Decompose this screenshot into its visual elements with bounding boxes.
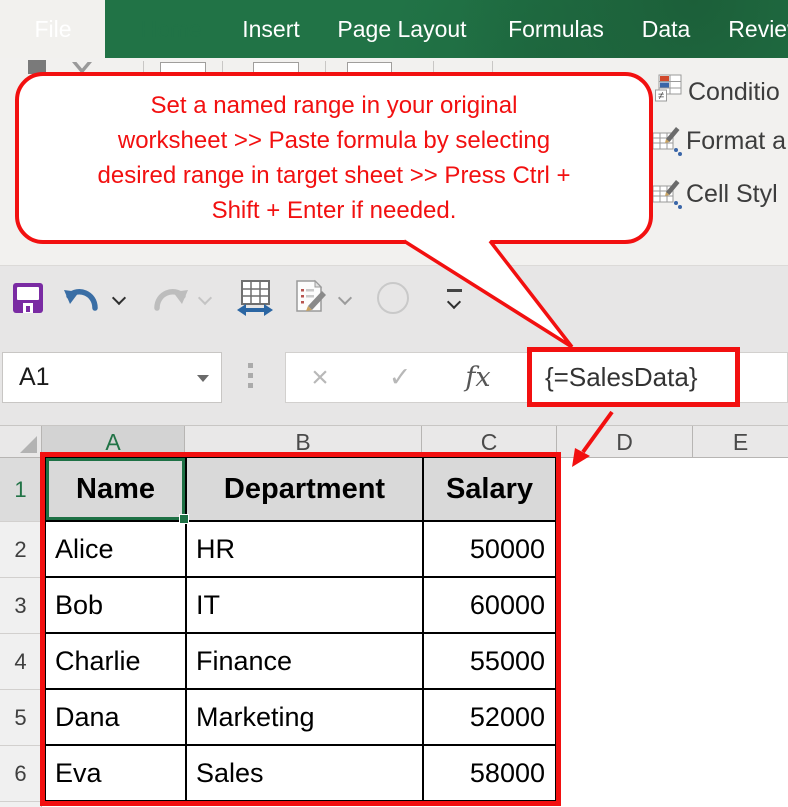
cell-b5[interactable]: Marketing (187, 690, 424, 746)
cell-c6[interactable]: 58000 (424, 746, 555, 800)
redo-icon[interactable] (150, 281, 190, 315)
callout-line: Shift + Enter if needed. (212, 193, 457, 228)
cell-c4[interactable]: 55000 (424, 634, 555, 690)
enter-icon[interactable]: ✓ (382, 352, 418, 403)
name-box-dropdown-icon[interactable] (197, 375, 209, 382)
cell-c3[interactable]: 60000 (424, 578, 555, 634)
cell-c2[interactable]: 50000 (424, 522, 555, 578)
tab-home[interactable]: Home (140, 0, 201, 58)
tab-file[interactable]: File (34, 0, 71, 58)
excel-window: File Home Insert Page Layout Formulas Da… (0, 0, 788, 807)
callout-line: desired range in target sheet >> Press C… (98, 158, 571, 193)
edit-document-dropdown-icon[interactable] (338, 291, 352, 305)
row-header-4[interactable]: 4 (0, 634, 42, 690)
column-header-b[interactable]: B (185, 426, 422, 458)
cancel-icon[interactable]: × (302, 352, 338, 403)
cell-a4[interactable]: Charlie (46, 634, 187, 690)
data-table: Name Department Salary Alice HR 50000 Bo… (44, 456, 557, 802)
undo-dropdown-icon[interactable] (112, 291, 126, 305)
cell-a5[interactable]: Dana (46, 690, 187, 746)
cell-b4[interactable]: Finance (187, 634, 424, 690)
cell-styles-icon (652, 177, 682, 209)
row-header-6[interactable]: 6 (0, 746, 42, 802)
row-header-1[interactable]: 1 (0, 458, 42, 522)
spreadsheet-grid: A B C D E 1 2 3 4 5 6 Name Department Sa… (0, 425, 788, 807)
tab-insert[interactable]: Insert (242, 0, 300, 58)
format-as-table-button[interactable]: Format a (686, 127, 786, 156)
undo-icon[interactable] (62, 281, 102, 315)
conditional-formatting-icon: ≠ (653, 74, 683, 104)
row-header-7-partial (0, 802, 42, 807)
cell-c5[interactable]: 52000 (424, 690, 555, 746)
not-equal-glyph: ≠ (658, 90, 664, 102)
cell-c1[interactable]: Salary (424, 458, 555, 522)
formula-bar-row: A1 × ✓ fx {=SalesData} (0, 340, 788, 425)
cell-b6[interactable]: Sales (187, 746, 424, 800)
tab-data[interactable]: Data (642, 0, 691, 58)
column-header-e[interactable]: E (693, 426, 788, 458)
format-as-table-icon (652, 124, 682, 156)
column-header-d[interactable]: D (557, 426, 693, 458)
cell-b1[interactable]: Department (187, 458, 424, 522)
row-header-3[interactable]: 3 (0, 578, 42, 634)
cell-b2[interactable]: HR (187, 522, 424, 578)
cell-b3[interactable]: IT (187, 578, 424, 634)
callout-line: Set a named range in your original (151, 88, 518, 123)
conditional-formatting-button[interactable]: Conditio (688, 78, 780, 107)
column-header-c[interactable]: C (422, 426, 557, 458)
row-header-2[interactable]: 2 (0, 522, 42, 578)
edit-document-icon[interactable] (292, 279, 330, 317)
tab-formulas[interactable]: Formulas (508, 0, 604, 58)
column-width-icon[interactable] (235, 279, 275, 317)
cell-a3[interactable]: Bob (46, 578, 187, 634)
tab-page-layout[interactable]: Page Layout (337, 0, 466, 58)
select-all-corner[interactable] (0, 426, 42, 458)
column-header-a[interactable]: A (42, 426, 185, 458)
formula-highlight-box: {=SalesData} (527, 347, 740, 407)
touch-mode-icon[interactable] (377, 282, 409, 314)
save-icon[interactable] (13, 283, 43, 313)
tab-review[interactable]: Review (728, 0, 788, 58)
insert-function-icon[interactable]: fx (460, 352, 496, 403)
row-header-5[interactable]: 5 (0, 690, 42, 746)
select-all-triangle-icon (20, 436, 37, 453)
fill-handle[interactable] (179, 514, 189, 524)
formula-value: {=SalesData} (545, 352, 698, 402)
quick-access-toolbar (0, 265, 788, 340)
name-box-value: A1 (19, 353, 50, 402)
cell-styles-button[interactable]: Cell Styl (686, 180, 778, 209)
callout-line: worksheet >> Paste formula by selecting (118, 123, 550, 158)
cell-a6[interactable]: Eva (46, 746, 187, 800)
redo-dropdown-icon[interactable] (198, 291, 212, 305)
cell-a2[interactable]: Alice (46, 522, 187, 578)
ribbon-tab-bar: File Home Insert Page Layout Formulas Da… (0, 0, 788, 58)
cell-a1[interactable]: Name (46, 458, 187, 522)
instruction-callout: Set a named range in your original works… (15, 72, 653, 244)
name-box[interactable]: A1 (2, 352, 222, 403)
